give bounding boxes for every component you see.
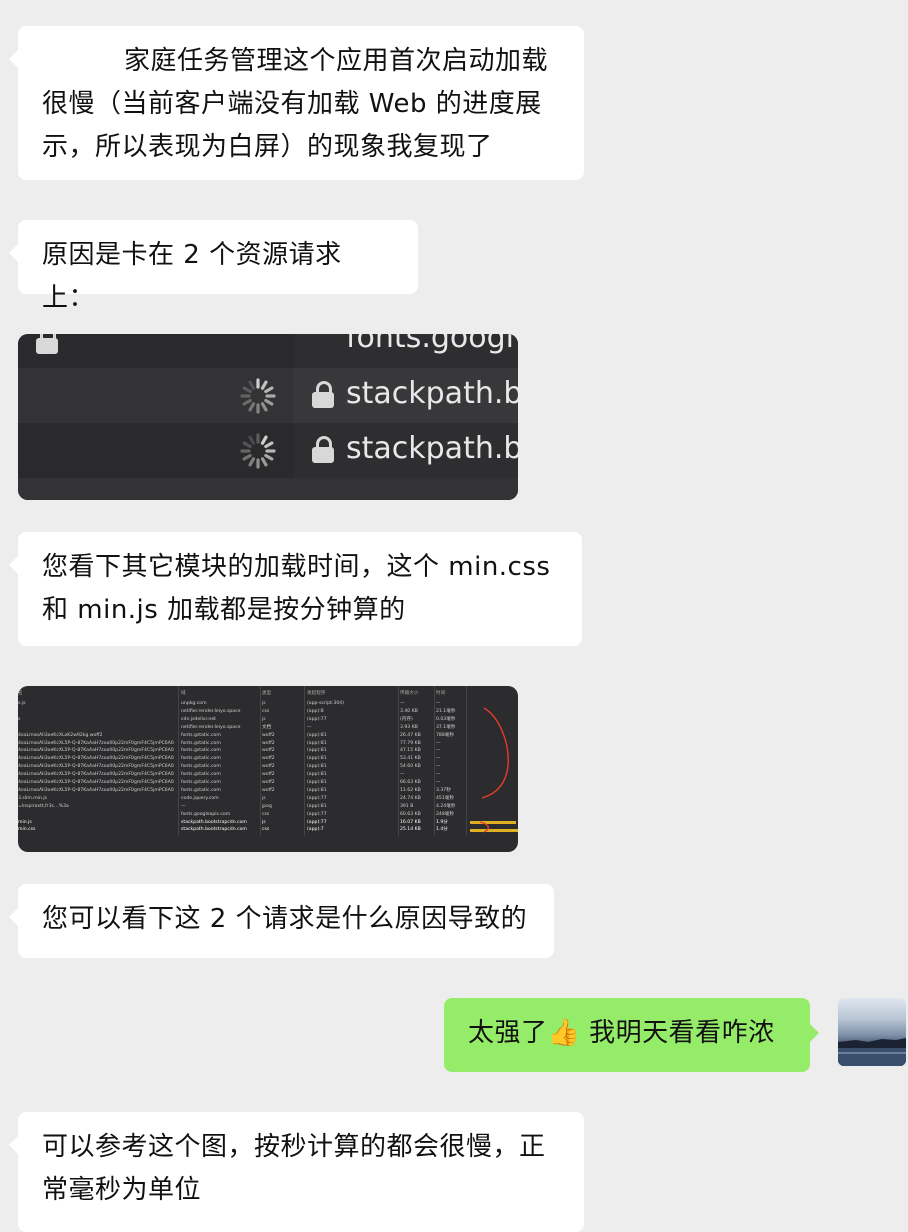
message-text-line: 您看下其它模块的加载时间，这个 min.css: [42, 552, 551, 582]
message-text-line: 家庭任务管理这个应用首次启动加载: [124, 46, 549, 76]
message-text: 您可以看下这 2 个请求是什么原因导致的: [42, 904, 528, 934]
message-bubble-incoming: 家庭任务管理这个应用首次启动加载 很慢（当前客户端没有加载 Web 的进度展 示…: [9, 26, 584, 180]
loading-spinner-icon: [240, 433, 276, 469]
request-host: stackpath.b: [346, 376, 518, 411]
message-text: 我明天看看咋浓: [580, 1018, 775, 1048]
request-host: stackpath.b: [346, 431, 518, 466]
devtools-network-screenshot[interactable]: 名域类型 发起程序 传输大小 时间 s.js unpkg.com js (app-script…: [18, 686, 518, 852]
network-requests-screenshot[interactable]: fonts.googl stackpath.b stackpath.b: [18, 334, 518, 500]
thumbs-up-emoji-icon: 👍: [547, 1018, 581, 1048]
message-text-line: 很慢（当前客户端没有加载 Web 的进度展: [42, 89, 542, 119]
avatar[interactable]: [838, 998, 906, 1066]
annotation-overlay: [178, 686, 518, 836]
request-host: fonts.googl: [346, 334, 514, 355]
message-bubble-incoming: 可以参考这个图，按秒计算的都会很慢，正 常毫秒为单位: [9, 1112, 584, 1232]
avatar-lake-image: [838, 1038, 906, 1066]
loading-spinner-icon: [240, 378, 276, 414]
message-bubble-incoming: 您可以看下这 2 个请求是什么原因导致的: [9, 884, 554, 958]
message-text-line: 常毫秒为单位: [42, 1175, 202, 1205]
message-bubble-outgoing: 太强了👍 我明天看看咋浓: [444, 998, 819, 1072]
message-bubble-incoming: 原因是卡在 2 个资源请求上：: [9, 220, 418, 313]
lock-icon: [312, 436, 334, 463]
message-bubble-incoming: 您看下其它模块的加载时间，这个 min.css 和 min.js 加载都是按分钟…: [9, 532, 582, 646]
message-text-line: 示，所以表现为白屏）的现象我复现了: [42, 132, 493, 162]
lock-icon: [312, 381, 334, 408]
message-text: 原因是卡在 2 个资源请求上：: [42, 240, 342, 313]
lock-icon: [36, 334, 58, 354]
message-text-line: 和 min.js 加载都是按分钟算的: [42, 595, 406, 625]
message-text-line: 可以参考这个图，按秒计算的都会很慢，正: [42, 1132, 546, 1162]
message-text: 太强了: [468, 1018, 548, 1048]
